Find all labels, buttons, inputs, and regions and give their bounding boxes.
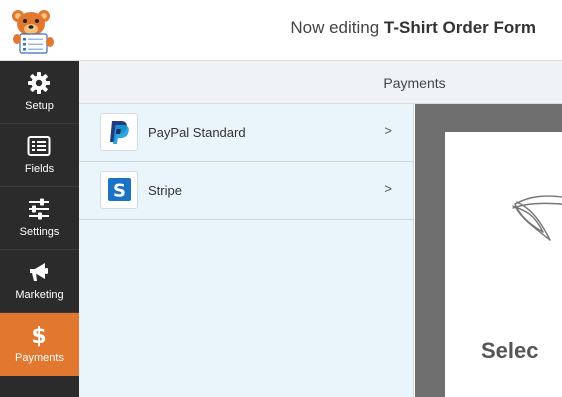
chevron-right-icon: > bbox=[384, 123, 392, 138]
payment-item-paypal-standard[interactable]: PayPal Standard > bbox=[79, 104, 414, 162]
svg-text:$: $ bbox=[31, 324, 46, 347]
section-title: Payments bbox=[383, 75, 446, 91]
page-title: Now editing T-Shirt Order Form bbox=[290, 18, 536, 38]
payment-item-label: Stripe bbox=[148, 183, 182, 198]
fields-list-icon bbox=[27, 136, 51, 156]
payment-item-label: PayPal Standard bbox=[148, 125, 246, 140]
title-prefix: Now editing bbox=[290, 18, 380, 37]
svg-text:S: S bbox=[113, 181, 126, 202]
sketch-arrow-illustration bbox=[512, 195, 562, 241]
preview-area: Selec bbox=[415, 104, 562, 397]
sidebar-item-label: Setup bbox=[25, 100, 54, 112]
chevron-right-icon: > bbox=[384, 181, 392, 196]
sidebar-item-settings[interactable]: Settings bbox=[0, 187, 79, 250]
dollar-icon: $ bbox=[31, 324, 46, 347]
builder-sidebar: Setup Fields Settings Marketing $ Paymen… bbox=[0, 61, 79, 397]
gear-icon bbox=[28, 72, 50, 94]
wpforms-logo[interactable] bbox=[6, 6, 56, 54]
paypal-icon bbox=[100, 113, 138, 151]
sidebar-item-label: Fields bbox=[24, 163, 55, 175]
section-header: Payments bbox=[79, 61, 562, 104]
form-name: T-Shirt Order Form bbox=[383, 18, 536, 37]
sidebar-item-setup[interactable]: Setup bbox=[0, 61, 79, 124]
sidebar-item-marketing[interactable]: Marketing bbox=[0, 250, 79, 313]
sidebar-item-payments[interactable]: $ Payments bbox=[0, 313, 79, 376]
payment-item-stripe[interactable]: S Stripe > bbox=[79, 162, 414, 220]
sidebar-item-label: Settings bbox=[19, 226, 60, 238]
sidebar-item-fields[interactable]: Fields bbox=[0, 124, 79, 187]
sliders-icon bbox=[29, 198, 49, 220]
megaphone-icon bbox=[30, 263, 48, 281]
payments-list: PayPal Standard > S Stripe > bbox=[79, 104, 414, 397]
top-header: Now editing T-Shirt Order Form bbox=[0, 0, 562, 61]
sidebar-item-label: Payments bbox=[15, 352, 64, 364]
stripe-icon: S bbox=[100, 171, 138, 209]
preview-heading: Selec bbox=[481, 338, 539, 363]
sidebar-item-label: Marketing bbox=[15, 289, 64, 301]
